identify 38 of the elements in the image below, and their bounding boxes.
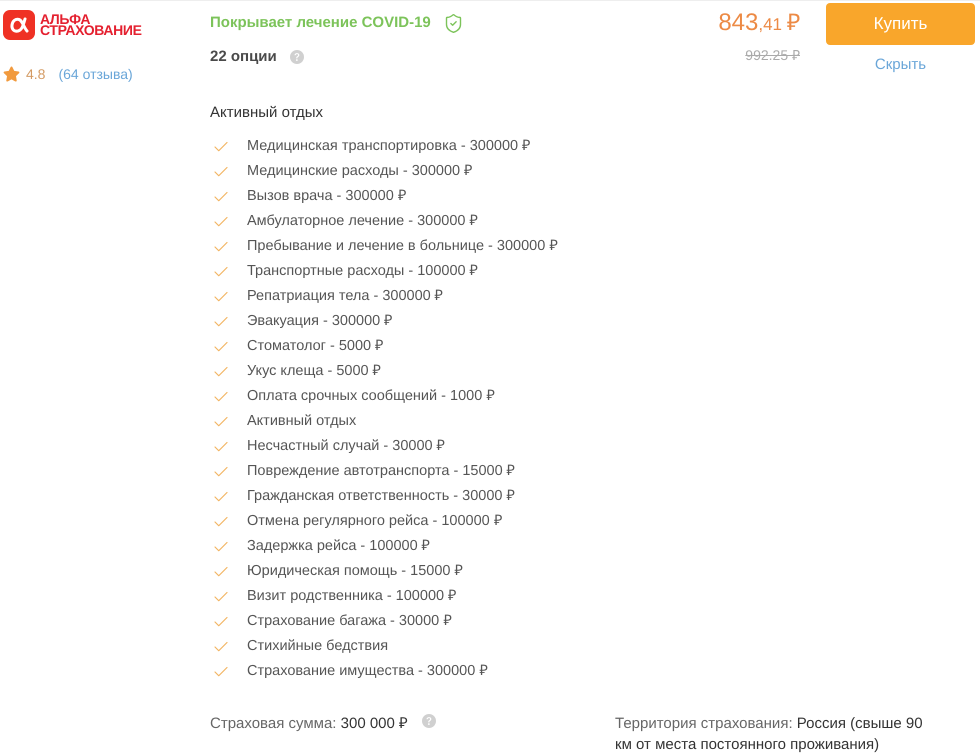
help-icon[interactable] bbox=[422, 714, 436, 728]
option-text: Гражданская ответственность - 30000 ₽ bbox=[247, 486, 514, 506]
option-text: Пребывание и лечение в больнице - 300000 ₽ bbox=[247, 236, 558, 256]
option-text: Активный отдых bbox=[247, 412, 356, 431]
option-text: Стоматолог - 5000 ₽ bbox=[247, 336, 384, 356]
option-text: Юридическая помощь - 15000 ₽ bbox=[247, 562, 463, 581]
insured-sum-text: Страховая сумма: 300 000 ₽ bbox=[210, 714, 408, 734]
price-text: 843,41 ₽ bbox=[718, 8, 800, 38]
option-text: Страхование багажа - 30000 ₽ bbox=[247, 612, 452, 631]
help-icon[interactable] bbox=[290, 50, 304, 64]
option-text: Репатриация тела - 300000 ₽ bbox=[247, 286, 443, 306]
logo-icon bbox=[3, 10, 35, 40]
option-text: Стихийные бедствия bbox=[247, 636, 388, 656]
option-text: Вызов врача - 300000 ₽ bbox=[247, 186, 406, 206]
option-text: Эвакуация - 300000 ₽ bbox=[247, 312, 392, 331]
rating-value: 4.8 bbox=[26, 64, 46, 84]
section-title: Активный отдых bbox=[210, 103, 324, 123]
option-text: Страхование имущества - 300000 ₽ bbox=[247, 662, 488, 681]
reviews-link[interactable]: (64 отзыва) bbox=[58, 64, 133, 84]
hide-link[interactable]: Скрыть bbox=[874, 54, 926, 76]
option-text: Оплата срочных сообщений - 1000 ₽ bbox=[247, 386, 494, 406]
option-text: Транспортные расходы - 100000 ₽ bbox=[247, 262, 478, 281]
option-text: Медицинские расходы - 300000 ₽ bbox=[247, 162, 472, 181]
coverage-text: Покрывает лечение COVID-19 bbox=[210, 12, 431, 33]
old-price: 992.25 ₽ bbox=[745, 46, 800, 65]
option-text: Отмена регулярного рейса - 100000 ₽ bbox=[247, 512, 502, 531]
buy-button[interactable]: Купить bbox=[826, 3, 975, 45]
option-text: Задержка рейса - 100000 ₽ bbox=[247, 536, 430, 556]
logo-text: АЛЬФА СТРАХОВАНИЕ bbox=[40, 14, 142, 36]
option-text: Несчастный случай - 30000 ₽ bbox=[247, 436, 445, 456]
territory-text: Территория страхования: Россия (свыше 90 км от места постоянного проживания) bbox=[615, 714, 924, 755]
option-text: Укус клеща - 5000 ₽ bbox=[247, 362, 381, 381]
star-icon bbox=[3, 66, 20, 82]
option-text: Амбулаторное лечение - 300000 ₽ bbox=[247, 212, 478, 231]
option-text: Медицинская транспортировка - 300000 ₽ bbox=[247, 136, 530, 156]
option-text: Визит родственника - 100000 ₽ bbox=[247, 586, 456, 606]
option-text: Повреждение автотранспорта - 15000 ₽ bbox=[247, 462, 515, 481]
options-count: 22 опции bbox=[210, 46, 277, 67]
